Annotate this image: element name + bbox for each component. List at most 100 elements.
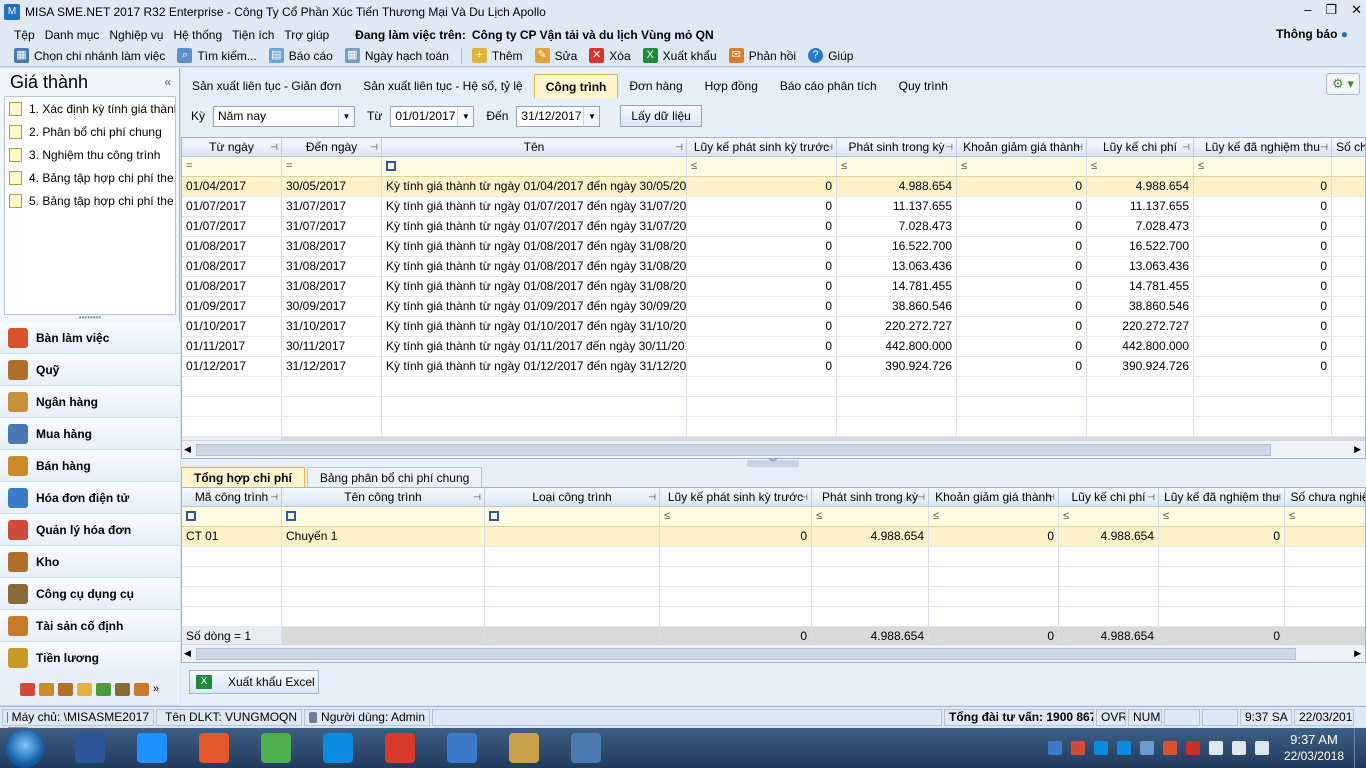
filter-cell[interactable]: ≤ [1285, 507, 1365, 526]
flag-icon[interactable] [1254, 741, 1269, 755]
column-header[interactable]: Loại công trình ⊣ [485, 488, 660, 506]
column-header[interactable]: Lũy kế phát sinh kỳ trước ⊣ [687, 138, 837, 156]
to-date-field[interactable]: 31/12/2017 ▼ [516, 105, 601, 127]
pin-icon[interactable]: ⊣ [270, 138, 278, 156]
horizontal-scrollbar[interactable]: ◀ ▶ [182, 440, 1365, 458]
pin-icon[interactable]: ⊣ [1320, 138, 1328, 156]
pin-icon[interactable]: ⊣ [473, 488, 481, 506]
column-header[interactable]: Phát sinh trong kỳ ⊣ [812, 488, 929, 506]
task-item[interactable]: 2. Phân bổ chi phí chung [5, 120, 175, 143]
filter-cell[interactable]: ≤ [812, 507, 929, 526]
task-item[interactable]: 1. Xác định kỳ tính giá thành [5, 97, 175, 120]
zalo-tray-icon[interactable] [1093, 741, 1108, 755]
menu-help[interactable]: Trợ giúp [284, 28, 329, 42]
taskbar-app[interactable] [186, 730, 242, 766]
table-row[interactable]: CT 01 Chuyến 1 0 4.988.654 0 4.988.654 0 [182, 527, 1365, 547]
pin-icon[interactable]: ⊣ [917, 488, 925, 506]
filter-cell[interactable] [282, 507, 485, 526]
shortcut-icon[interactable] [39, 682, 54, 696]
taskbar-app[interactable] [496, 730, 552, 766]
column-header[interactable]: Khoản giảm giá thành ⊣ [929, 488, 1059, 506]
filter-cell[interactable] [182, 507, 282, 526]
taskbar-app[interactable] [248, 730, 304, 766]
table-row[interactable]: 01/12/2017 31/12/2017 Kỳ tính giá thành từ… [182, 357, 1365, 377]
from-date-field[interactable]: 01/01/2017 ▼ [390, 105, 475, 127]
sidebar-module-item[interactable]: Tiền lương [0, 642, 180, 674]
filter-cell[interactable]: = [282, 157, 382, 176]
pin-icon[interactable]: ⊣ [648, 488, 656, 506]
sidebar-module-item[interactable]: Kho [0, 546, 180, 578]
tray-icon[interactable] [1070, 741, 1085, 755]
posting-date-button[interactable]: ▦ Ngày hạch toán [344, 48, 449, 63]
filter-cell[interactable] [1332, 157, 1365, 176]
pin-icon[interactable]: ⊣ [800, 488, 808, 506]
chevron-down-icon[interactable]: ▼ [457, 106, 474, 126]
network-icon[interactable] [1231, 741, 1246, 755]
table-row[interactable]: 01/08/2017 31/08/2017 Kỳ tính giá thành từ… [182, 237, 1365, 257]
show-desktop-button[interactable] [1354, 728, 1366, 768]
shield-icon[interactable] [1162, 741, 1177, 755]
scroll-right-icon[interactable]: ▶ [1354, 648, 1361, 659]
sidebar-module-item[interactable]: Tài sản cố định [0, 610, 180, 642]
notification-button[interactable]: Thông báo ● [1276, 27, 1348, 41]
column-header[interactable]: Lũy kế chi phí ⊣ [1059, 488, 1159, 506]
sidebar-module-item[interactable]: Mua hàng [0, 418, 180, 450]
pin-icon[interactable]: ⊣ [945, 138, 953, 156]
menu-file[interactable]: Tệp [14, 28, 35, 42]
tab-construction[interactable]: Công trình [533, 74, 619, 98]
column-header[interactable]: Lũy kế đã nghiệm thu ⊣ [1194, 138, 1332, 156]
table-row[interactable]: 01/07/2017 31/07/2017 Kỳ tính giá thành từ… [182, 217, 1365, 237]
scroll-thumb[interactable] [196, 444, 1271, 456]
menu-operations[interactable]: Nghiệp vụ [109, 28, 163, 42]
table-row[interactable]: 01/10/2017 31/10/2017 Kỳ tính giá thành từ… [182, 317, 1365, 337]
search-button[interactable]: ⌕ Tìm kiếm... [177, 48, 257, 63]
task-item[interactable]: 5. Bảng tập hợp chi phí the... [5, 189, 175, 212]
tab-cost-summary[interactable]: Tổng hợp chi phí [181, 467, 305, 488]
scroll-left-icon[interactable]: ◀ [184, 444, 191, 455]
edit-button[interactable]: ✎ Sửa [534, 48, 577, 63]
shortcut-icon[interactable] [96, 682, 111, 696]
taskbar-app[interactable] [372, 730, 428, 766]
sidebar-module-item[interactable]: Hóa đơn điện tử [0, 482, 180, 514]
volume-icon[interactable] [1208, 741, 1223, 755]
branch-button[interactable]: ▦ Chọn chi nhánh làm việc [14, 48, 165, 63]
taskbar-app[interactable] [310, 730, 366, 766]
column-header[interactable]: Lũy kế chi phí ⊣ [1087, 138, 1194, 156]
close-icon[interactable]: ✕ [1351, 2, 1362, 18]
column-header[interactable]: Từ ngày ⊣ [182, 138, 282, 156]
menu-catalog[interactable]: Danh mục [45, 28, 100, 42]
pin-icon[interactable]: ⊣ [675, 138, 683, 156]
filter-cell[interactable]: ≤ [660, 507, 812, 526]
filter-checkbox-icon[interactable] [386, 161, 396, 171]
sidebar-module-item[interactable]: Công cụ dụng cụ [0, 578, 180, 610]
column-header[interactable]: Lũy kế phát sinh kỳ trước ⊣ [660, 488, 812, 506]
column-header[interactable]: Mã công trình ⊣ [182, 488, 282, 506]
task-item[interactable]: 3. Nghiệm thu công trình [5, 143, 175, 166]
report-button[interactable]: ▤ Báo cáo [268, 48, 333, 63]
sidebar-module-item[interactable]: Quản lý hóa đơn [0, 514, 180, 546]
pin-icon[interactable]: ⊣ [370, 138, 378, 156]
restore-icon[interactable]: ❐ [1325, 2, 1337, 18]
filter-cell[interactable] [485, 507, 660, 526]
menu-utilities[interactable]: Tiện ích [232, 28, 274, 42]
table-row[interactable]: 01/09/2017 30/09/2017 Kỳ tính giá thành từ… [182, 297, 1365, 317]
tab-process[interactable]: Quy trình [888, 74, 959, 98]
chevron-down-icon[interactable]: ▼ [583, 106, 600, 126]
tab-continuous-ratio[interactable]: Sản xuất liên tục - Hệ số, tỷ lệ [352, 74, 533, 98]
shortcut-icon[interactable] [58, 682, 73, 696]
period-select[interactable]: Năm nay ▼ [213, 105, 356, 127]
filter-cell[interactable]: ≤ [1194, 157, 1332, 176]
pin-icon[interactable]: ⊣ [1182, 138, 1190, 156]
sidebar-module-item[interactable]: Ngân hàng [0, 386, 180, 418]
table-row[interactable]: 01/08/2017 31/08/2017 Kỳ tính giá thành từ… [182, 277, 1365, 297]
taskbar-app[interactable] [62, 730, 118, 766]
shortcut-icon[interactable] [77, 682, 92, 696]
more-modules-icon[interactable]: » [153, 683, 159, 695]
settings-button[interactable]: ⚙ ▾ [1326, 73, 1360, 95]
add-button[interactable]: + Thêm [471, 48, 523, 63]
table-row[interactable]: 01/08/2017 31/08/2017 Kỳ tính giá thành từ… [182, 257, 1365, 277]
column-header[interactable]: Tên công trình ⊣ [282, 488, 485, 506]
task-item[interactable]: 4. Bảng tập hợp chi phí the... [5, 166, 175, 189]
taskbar-app[interactable] [434, 730, 490, 766]
filter-cell[interactable]: ≤ [1059, 507, 1159, 526]
